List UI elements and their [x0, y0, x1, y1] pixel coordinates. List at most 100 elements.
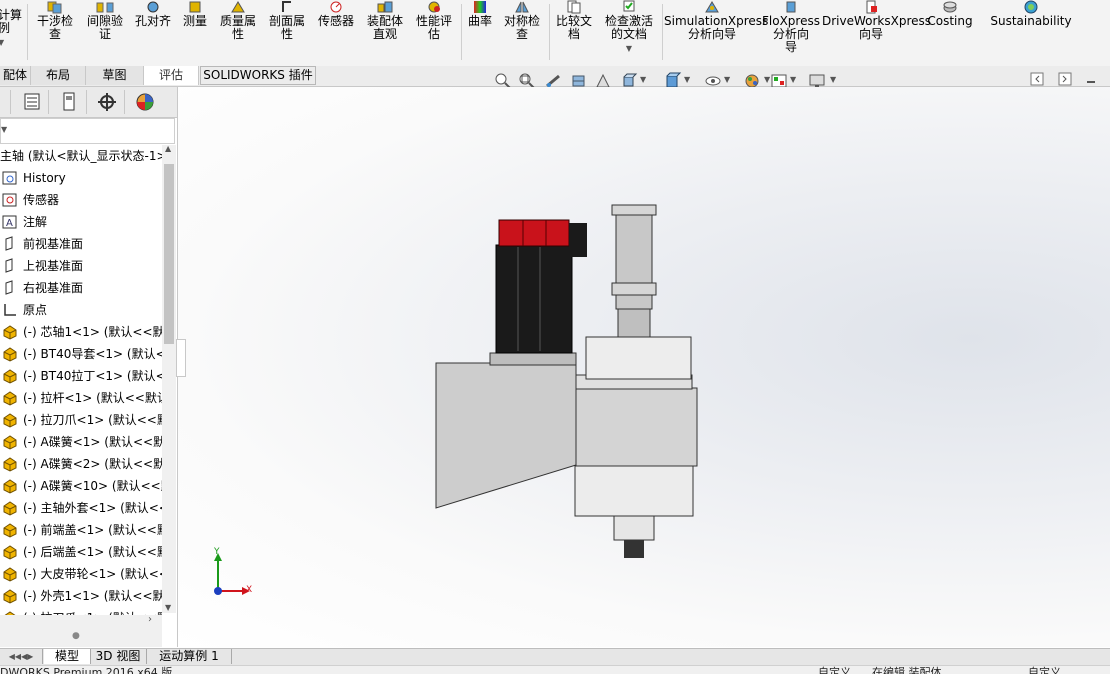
driveworksxpress-button[interactable]: DriveWorksXpress 向导: [822, 0, 931, 62]
sustainability-button[interactable]: Sustainability: [990, 0, 1072, 62]
floxpress-button[interactable]: FloXpress 分析向 导: [762, 0, 820, 62]
tile-left-icon[interactable]: [1030, 72, 1044, 86]
symmetry-check-button[interactable]: 对称检 查: [499, 0, 545, 62]
tree-horizontal-scrollbar[interactable]: ›: [0, 614, 162, 629]
tab-assembly[interactable]: 配体: [0, 66, 31, 85]
tab-solidworks-addins[interactable]: SOLIDWORKS 插件: [200, 66, 316, 85]
tree-scroll-thumb[interactable]: [164, 164, 174, 344]
tree-item-label: 传感器: [23, 193, 60, 207]
clearance-verification-button[interactable]: 间隙验 证: [82, 0, 128, 62]
section-properties-button[interactable]: 剖面属 性: [264, 0, 310, 62]
interference-icon: [47, 1, 62, 14]
tree-item-label: 注解: [23, 215, 48, 229]
ribbon-calc-button[interactable]: 计算 例 ▼: [0, 0, 24, 62]
display-manager-icon: [136, 93, 154, 111]
crosshair-icon: [98, 93, 116, 111]
clearance-icon: [96, 2, 114, 13]
ribbon-separator: [662, 4, 663, 60]
tree-filter-bar[interactable]: ▼: [0, 118, 175, 144]
tree-item[interactable]: 传感器: [0, 189, 162, 211]
tab-sketch[interactable]: 草图: [86, 66, 144, 85]
tab-configuration-manager[interactable]: [52, 90, 87, 114]
property-manager-icon: [24, 93, 40, 110]
panel-splitter[interactable]: ●: [0, 629, 162, 647]
panel-collapse-handle[interactable]: [176, 339, 186, 377]
scroll-down-icon[interactable]: ▼: [165, 603, 171, 612]
check-active-document-button[interactable]: 检查激活 的文档 ▼: [600, 0, 658, 62]
assembly-visualization-button[interactable]: 装配体 直观: [362, 0, 408, 62]
tree-item[interactable]: 右视基准面: [0, 277, 162, 299]
tree-item[interactable]: (-) 前端盖<1> (默认<<默: [0, 519, 162, 541]
spindle-body: [574, 465, 694, 517]
compare-documents-button[interactable]: 比较文 档: [552, 0, 596, 62]
chevron-down-icon[interactable]: ▼: [1, 125, 7, 134]
tree-item[interactable]: 上视基准面: [0, 255, 162, 277]
tree-item[interactable]: (-) A碟簧<10> (默认<<默: [0, 475, 162, 497]
servo-motor: [495, 244, 573, 354]
tab-display-manager[interactable]: [128, 90, 162, 114]
tree-item[interactable]: (-) A碟簧<1> (默认<<默: [0, 431, 162, 453]
spindle-model-3d[interactable]: [178, 87, 1110, 647]
tree-item-label: (-) 外壳1<1> (默认<<默: [23, 589, 162, 603]
tab-nav-arrows[interactable]: ◀◀◀▶: [0, 649, 43, 664]
chevron-down-icon: ▼: [0, 38, 5, 47]
tree-item[interactable]: (-) 拉杆<1> (默认<<默认: [0, 387, 162, 409]
tab-layout[interactable]: 布局: [31, 66, 86, 85]
hole-alignment-button[interactable]: 孔对齐: [131, 0, 175, 62]
tree-item-label: (-) A碟簧<10> (默认<<默: [23, 479, 162, 493]
tab-feature-manager[interactable]: [0, 90, 11, 114]
tree-item[interactable]: History: [0, 167, 162, 189]
performance-evaluation-button[interactable]: 性能评 估: [411, 0, 457, 62]
sensor-button[interactable]: 传感器: [313, 0, 359, 62]
tree-item[interactable]: A 注解: [0, 211, 162, 233]
cylinder-rod: [617, 308, 651, 338]
tree-item[interactable]: (-) BT40导套<1> (默认<: [0, 343, 162, 365]
simulationxpress-button[interactable]: SimulationXpress 分析向导: [664, 0, 768, 62]
tree-item[interactable]: (-) 外壳1<1> (默认<<默: [0, 585, 162, 607]
scroll-right-icon[interactable]: ›: [148, 614, 152, 625]
tree-item[interactable]: (-) 芯轴1<1> (默认<<默认: [0, 321, 162, 343]
driveworks-icon: [866, 0, 877, 14]
tree-item[interactable]: (-) BT40拉丁<1> (默认<: [0, 365, 162, 387]
motor-connector: [569, 223, 587, 257]
ribbon-separator: [27, 4, 28, 60]
ribbon-separator: [549, 4, 550, 60]
tab-property-manager[interactable]: [14, 90, 49, 114]
scroll-up-icon[interactable]: ▲: [165, 144, 171, 153]
tree-root-assembly[interactable]: 主轴 (默认<默认_显示状态-1>: [0, 145, 162, 167]
tree-item-label: (-) A碟簧<1> (默认<<默: [23, 435, 162, 449]
tab-model[interactable]: 模型: [44, 649, 91, 664]
section-props-icon: [282, 1, 291, 12]
configuration-manager-icon: [63, 92, 75, 111]
tree-item-label: 原点: [23, 303, 48, 317]
tree-item[interactable]: (-) 主轴外套<1> (默认<<: [0, 497, 162, 519]
tree-item[interactable]: (-) A碟簧<2> (默认<<默: [0, 453, 162, 475]
mass-properties-button[interactable]: 质量属 性: [215, 0, 261, 62]
tree-item-label: (-) 大皮带轮<1> (默认<<: [23, 567, 162, 581]
curvature-button[interactable]: 曲率: [464, 0, 496, 62]
interference-check-button[interactable]: 干涉检 查: [32, 0, 78, 62]
tab-evaluate[interactable]: 评估: [144, 66, 199, 85]
compare-icon: [567, 0, 581, 14]
tree-item[interactable]: (-) 拉刀爪<1> (默认<<默: [0, 409, 162, 431]
tree-item[interactable]: (-) 后端盖<1> (默认<<默: [0, 541, 162, 563]
tree-item-label: (-) BT40导套<1> (默认<: [23, 347, 162, 361]
tree-item[interactable]: (-) 大皮带轮<1> (默认<<: [0, 563, 162, 585]
tree-item-label: History: [23, 171, 66, 185]
tab-dimxpert-manager[interactable]: [90, 90, 125, 114]
hole-align-icon: [147, 1, 159, 13]
tile-right-icon[interactable]: [1058, 72, 1072, 86]
tree-item-label: 前视基准面: [23, 237, 84, 251]
feature-tree: History 传感器 A 注解前视基准面上视基准面 右视基准面原点 (-) 芯轴1<1>…: [0, 167, 162, 637]
measure-button[interactable]: 测量: [178, 0, 212, 62]
tree-item[interactable]: 前视基准面: [0, 233, 162, 255]
minimize-icon[interactable]: [1084, 72, 1098, 86]
tree-item[interactable]: 原点: [0, 299, 162, 321]
tab-motion-study[interactable]: 运动算例 1: [147, 649, 232, 664]
chevron-down-icon: ▼: [625, 44, 633, 53]
costing-button[interactable]: Costing: [922, 0, 978, 62]
tree-item-label: (-) 芯轴1<1> (默认<<默认: [23, 325, 162, 339]
tab-3d-view[interactable]: 3D 视图: [90, 649, 147, 664]
graphics-viewport[interactable]: Y X: [178, 87, 1110, 647]
tool-holder: [624, 540, 644, 558]
